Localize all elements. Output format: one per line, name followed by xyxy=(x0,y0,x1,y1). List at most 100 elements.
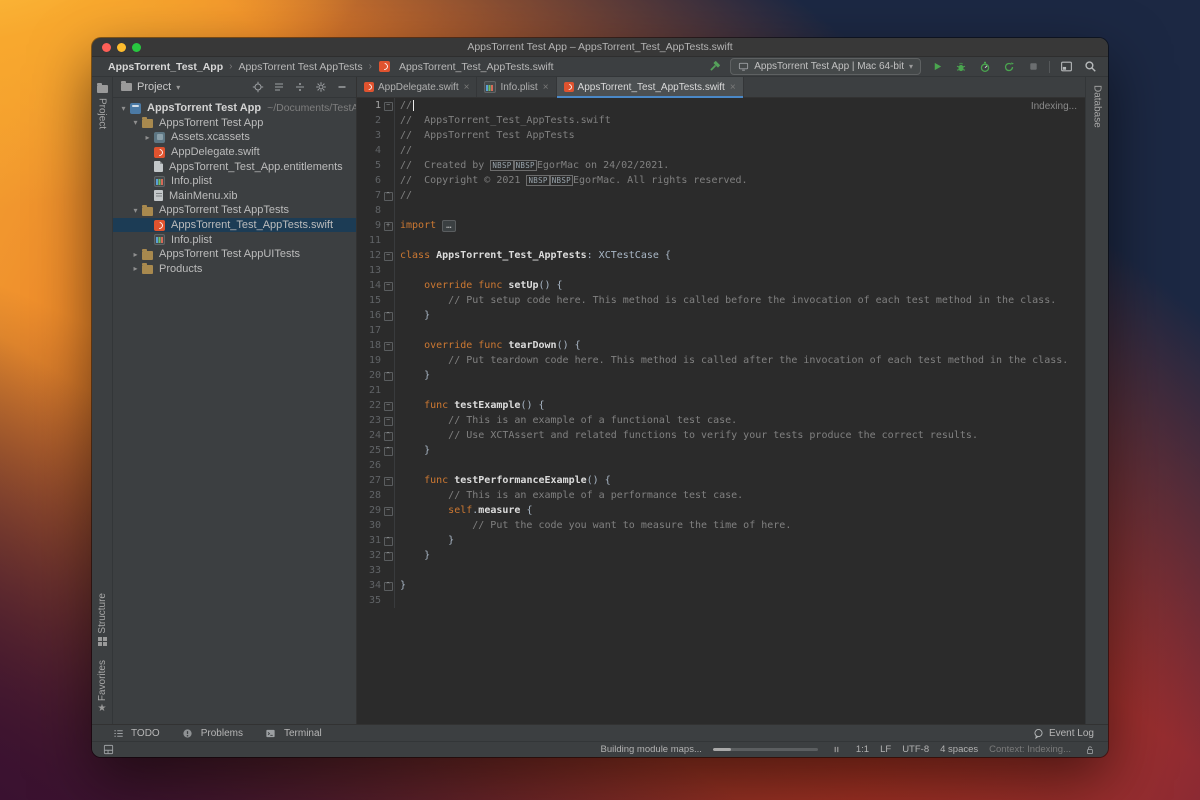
fold-marker-icon[interactable]: − xyxy=(383,416,393,426)
tree-item-appdelegate-swift[interactable]: AppDelegate.swift xyxy=(113,145,356,160)
caret-position[interactable]: 1:1 xyxy=(856,744,869,755)
run-button[interactable] xyxy=(929,59,945,75)
tree-item-products[interactable]: ▸ Products xyxy=(113,262,356,277)
fold-marker-icon[interactable]: + xyxy=(383,221,393,231)
hide-panel-icon[interactable] xyxy=(334,79,350,95)
line-separator[interactable]: LF xyxy=(880,744,891,755)
database-tool-button[interactable]: Database xyxy=(1086,85,1108,128)
structure-tool-button[interactable]: Structure xyxy=(97,593,108,646)
event-log-button[interactable]: Event Log xyxy=(1033,728,1094,739)
fold-marker-icon[interactable]: − xyxy=(383,281,393,291)
fold-marker-icon[interactable]: ⌃ xyxy=(383,191,393,201)
chevron-down-icon[interactable]: ▾ xyxy=(176,83,180,92)
file-encoding[interactable]: UTF-8 xyxy=(902,744,929,755)
toolbar-divider xyxy=(1049,60,1050,73)
fold-marker-icon[interactable]: − xyxy=(383,401,393,411)
editor-column: AppDelegate.swift × Info.plist × AppsTorrent… xyxy=(357,77,1085,724)
expand-all-icon[interactable] xyxy=(271,79,287,95)
code-token: import xyxy=(400,219,443,231)
breadcrumb-item-appstorrent-test-apptests[interactable]: AppsTorrent Test AppTests xyxy=(238,61,362,73)
project-panel-title[interactable]: Project xyxy=(137,81,171,93)
tree-item-label: AppsTorrent_Test_App.entitlements xyxy=(169,160,343,173)
code-line: 7 ⌃ // xyxy=(357,188,1085,203)
close-icon[interactable]: × xyxy=(730,82,736,93)
fold-column: ⌃ xyxy=(381,443,395,458)
pause-task-icon[interactable] xyxy=(829,742,845,758)
problems-button[interactable]: Problems xyxy=(180,725,243,741)
tab-appstorrent-test-apptests-swift[interactable]: AppsTorrent_Test_AppTests.swift × xyxy=(556,77,744,98)
tool-windows-icon[interactable] xyxy=(1058,59,1074,75)
chevron-right-icon[interactable]: ▸ xyxy=(130,250,141,259)
favorites-tool-button[interactable]: Favorites ★ xyxy=(97,660,108,714)
tree-item-info-plist[interactable]: Info.plist xyxy=(113,174,356,189)
tree-item-appstorrent-test-app[interactable]: ▾ AppsTorrent Test App xyxy=(113,116,356,131)
stop-button[interactable] xyxy=(1025,59,1041,75)
fold-column xyxy=(381,593,395,608)
fold-marker-icon[interactable]: − xyxy=(383,251,393,261)
tree-item-assets-xcassets[interactable]: ▸ Assets.xcassets xyxy=(113,130,356,145)
nbsp-char-box: NBSP xyxy=(526,175,550,186)
code-text: // xyxy=(400,98,415,113)
code-text: } xyxy=(400,578,406,593)
debug-bug-icon[interactable] xyxy=(953,59,969,75)
profile-button[interactable] xyxy=(977,59,993,75)
line-number: 2 xyxy=(374,115,381,126)
indent-setting[interactable]: 4 spaces xyxy=(940,744,978,755)
run-configuration-select[interactable]: AppsTorrent Test App | Mac 64-bit ▾ xyxy=(730,58,921,75)
fold-marker-icon[interactable]: ⌃ xyxy=(383,536,393,546)
tree-item-mainmenu-xib[interactable]: MainMenu.xib xyxy=(113,189,356,204)
search-icon[interactable] xyxy=(1082,59,1098,75)
chevron-down-icon[interactable]: ▾ xyxy=(130,118,141,127)
tree-item-path: ~/Documents/TestAppAp xyxy=(267,102,356,115)
project-panel: Project ▾ ▾ AppsTorrent Test App ~/Docum… xyxy=(113,77,357,724)
chevron-down-icon[interactable]: ▾ xyxy=(130,206,141,215)
tree-item-appstorrent-test-apptests-swift[interactable]: AppsTorrent_Test_AppTests.swift xyxy=(113,217,356,233)
fold-marker-icon[interactable]: ⌃ xyxy=(383,581,393,591)
gear-icon[interactable] xyxy=(313,79,329,95)
build-hammer-icon[interactable] xyxy=(706,59,722,75)
fold-marker-icon[interactable]: ⌃ xyxy=(383,431,393,441)
breadcrumb-item-appstorrent-test-apptests-swift[interactable]: AppsTorrent_Test_AppTests.swift xyxy=(378,61,554,73)
terminal-button[interactable]: Terminal xyxy=(263,725,322,741)
fold-marker-icon[interactable]: − xyxy=(383,506,393,516)
close-icon[interactable]: × xyxy=(543,82,549,93)
fold-marker-icon[interactable]: ⌃ xyxy=(383,551,393,561)
tree-item-appstorrent-test-app-entitlements[interactable]: AppsTorrent_Test_App.entitlements xyxy=(113,159,356,174)
locate-file-icon[interactable] xyxy=(250,79,266,95)
window-controls xyxy=(102,42,141,52)
code-text: // Created by NBSP NBSP EgorMac on 24/02/2… xyxy=(400,158,669,173)
chevron-right-icon[interactable]: ▸ xyxy=(142,133,153,142)
close-icon[interactable]: × xyxy=(464,82,470,93)
tool-window-switcher-icon[interactable] xyxy=(100,742,116,758)
tree-item-appstorrent-test-app[interactable]: ▾ AppsTorrent Test App ~/Documents/TestApp… xyxy=(113,101,356,116)
fold-marker-icon[interactable]: ⌃ xyxy=(383,446,393,456)
minimize-window-button[interactable] xyxy=(117,42,126,52)
lock-icon[interactable] xyxy=(1082,742,1098,758)
code-editor[interactable]: 1−//2// AppsTorrent_Test_AppTests.swift 3… xyxy=(357,98,1085,724)
tab-appdelegate-swift[interactable]: AppDelegate.swift × xyxy=(357,77,478,97)
folded-region[interactable]: … xyxy=(442,219,456,232)
fold-marker-icon[interactable]: − xyxy=(383,476,393,486)
fold-marker-icon[interactable]: ⌃ xyxy=(383,371,393,381)
code-line: 31 ⌃ } xyxy=(357,533,1085,548)
close-window-button[interactable] xyxy=(102,42,111,52)
fold-marker-icon[interactable]: ⌃ xyxy=(383,311,393,321)
zoom-window-button[interactable] xyxy=(132,42,141,52)
code-token: // AppsTorrent Test AppTests xyxy=(400,130,575,141)
tab-info-plist[interactable]: Info.plist × xyxy=(477,77,557,97)
tree-item-appstorrent-test-apptests[interactable]: ▾ AppsTorrent Test AppTests xyxy=(113,203,356,218)
todo-button[interactable]: TODO xyxy=(110,725,160,741)
collapse-all-icon[interactable] xyxy=(292,79,308,95)
run-with-coverage-button[interactable] xyxy=(1001,59,1017,75)
fold-marker-icon[interactable]: − xyxy=(383,341,393,351)
code-text: } xyxy=(400,308,430,323)
project-tool-button[interactable]: Project xyxy=(92,83,112,129)
tree-item-appstorrent-test-appuitests[interactable]: ▸ AppsTorrent Test AppUITests xyxy=(113,247,356,262)
chevron-right-icon[interactable]: ▸ xyxy=(130,264,141,273)
fold-column xyxy=(381,128,395,143)
line-number: 26 xyxy=(368,460,381,471)
tree-item-info-plist[interactable]: Info.plist xyxy=(113,232,356,247)
chevron-down-icon[interactable]: ▾ xyxy=(118,104,129,113)
breadcrumb-item-appstorrent-test-app[interactable]: AppsTorrent_Test_App xyxy=(108,61,223,73)
fold-marker-icon[interactable]: − xyxy=(383,101,393,111)
